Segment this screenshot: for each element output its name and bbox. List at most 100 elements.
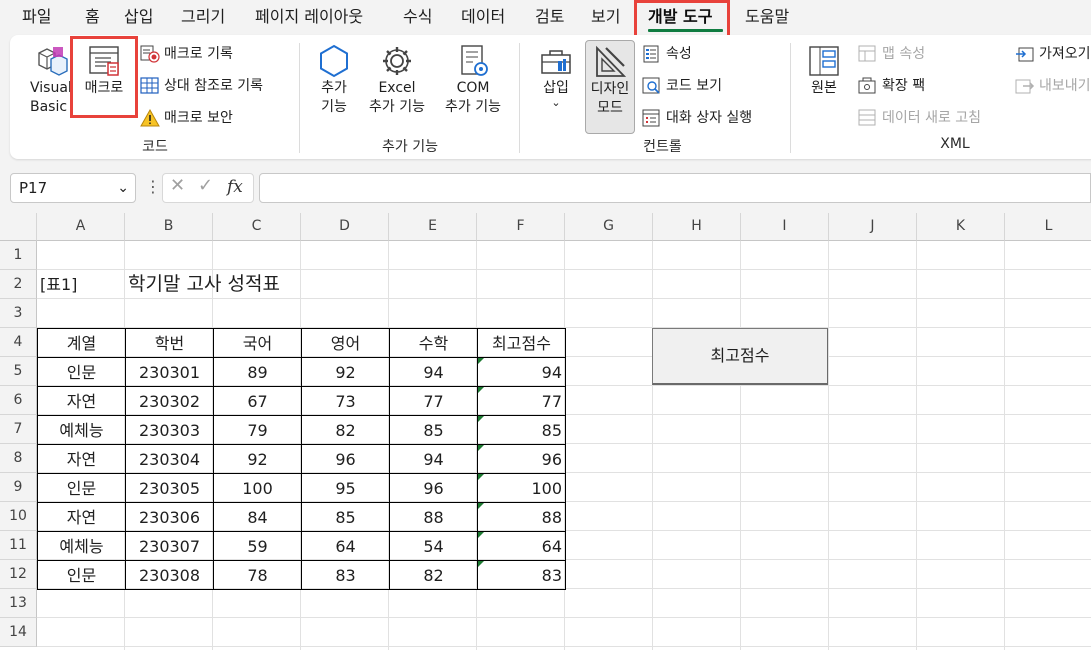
table-cell[interactable]: 92 — [301, 357, 390, 387]
table-cell[interactable]: 54 — [389, 531, 478, 561]
table-cell[interactable]: 96 — [477, 444, 566, 474]
relative-reference-button[interactable]: 상대 참조로 기록 — [140, 75, 300, 97]
table-cell[interactable]: 64 — [477, 531, 566, 561]
column-header[interactable]: A — [37, 213, 125, 241]
column-header[interactable]: D — [301, 213, 389, 241]
com-addins-button[interactable]: COM 추가 기능 — [438, 43, 508, 117]
table-cell[interactable]: 230307 — [125, 531, 214, 561]
column-header[interactable]: I — [741, 213, 829, 241]
table-cell[interactable]: 73 — [301, 386, 390, 416]
table-cell[interactable]: 자연 — [37, 444, 126, 474]
run-dialog-button[interactable]: 대화 상자 실행 — [642, 107, 792, 129]
table-cell[interactable]: 92 — [213, 444, 302, 474]
table-cell[interactable]: 82 — [389, 560, 478, 590]
tab-home[interactable]: 홈 — [85, 6, 100, 30]
excel-addins-button[interactable]: Excel 추가 기능 — [362, 43, 432, 117]
column-header[interactable]: L — [1005, 213, 1091, 241]
column-header[interactable]: B — [125, 213, 213, 241]
table-cell[interactable]: 인문 — [37, 357, 126, 387]
table-cell[interactable]: 64 — [301, 531, 390, 561]
row-header[interactable]: 4 — [0, 328, 37, 357]
tab-data[interactable]: 데이터 — [461, 6, 505, 30]
error-indicator-icon[interactable] — [478, 474, 484, 480]
expansion-packs-button[interactable]: 확장 팩 — [858, 75, 1018, 97]
table-label[interactable]: [표1] — [40, 270, 77, 299]
row-header[interactable]: 5 — [0, 357, 37, 386]
column-header[interactable]: H — [653, 213, 741, 241]
table-cell[interactable]: 83 — [477, 560, 566, 590]
table-header-cell[interactable]: 계열 — [37, 328, 126, 358]
table-cell[interactable]: 85 — [301, 502, 390, 532]
table-cell[interactable]: 95 — [301, 473, 390, 503]
table-cell[interactable]: 230301 — [125, 357, 214, 387]
tab-page-layout[interactable]: 페이지 레이아웃 — [255, 6, 363, 30]
table-cell[interactable]: 96 — [301, 444, 390, 474]
table-cell[interactable]: 85 — [477, 415, 566, 445]
table-cell[interactable]: 82 — [301, 415, 390, 445]
column-header[interactable]: C — [213, 213, 301, 241]
import-button[interactable]: 가져오기 — [1015, 43, 1091, 65]
table-cell[interactable]: 77 — [389, 386, 478, 416]
worksheet[interactable]: ABCDEFGHIJKL 1 2 3 4 5 6 7 8 9 10 11 12 13 14 [표1] 학기… — [0, 213, 1091, 650]
design-mode-button[interactable]: 디자인 모드 — [585, 40, 635, 134]
table-cell[interactable]: 230306 — [125, 502, 214, 532]
table-cell[interactable]: 85 — [389, 415, 478, 445]
row-header[interactable]: 14 — [0, 618, 37, 647]
error-indicator-icon[interactable] — [478, 445, 484, 451]
table-cell[interactable]: 77 — [477, 386, 566, 416]
tab-draw[interactable]: 그리기 — [181, 6, 225, 30]
record-macro-button[interactable]: 매크로 기록 — [140, 43, 300, 65]
macro-security-button[interactable]: 매크로 보안 — [140, 107, 300, 129]
column-header[interactable]: G — [565, 213, 653, 241]
error-indicator-icon[interactable] — [478, 532, 484, 538]
max-score-macro-button[interactable]: 최고점수 — [652, 328, 828, 385]
addins-button[interactable]: 추가 기능 — [310, 43, 358, 117]
table-cell[interactable]: 자연 — [37, 386, 126, 416]
table-cell[interactable]: 100 — [477, 473, 566, 503]
table-cell[interactable]: 79 — [213, 415, 302, 445]
table-cell[interactable]: 84 — [213, 502, 302, 532]
table-cell[interactable]: 67 — [213, 386, 302, 416]
table-cell[interactable]: 94 — [477, 357, 566, 387]
table-cell[interactable]: 100 — [213, 473, 302, 503]
table-cell[interactable]: 예체능 — [37, 415, 126, 445]
row-header[interactable]: 6 — [0, 386, 37, 415]
table-cell[interactable]: 인문 — [37, 560, 126, 590]
table-cell[interactable]: 94 — [389, 444, 478, 474]
row-header[interactable]: 10 — [0, 502, 37, 531]
row-header[interactable]: 13 — [0, 589, 37, 618]
sheet-title[interactable]: 학기말 고사 성적표 — [128, 270, 280, 299]
xml-source-button[interactable]: 원본 — [800, 43, 848, 98]
table-cell[interactable]: 230303 — [125, 415, 214, 445]
table-cell[interactable]: 88 — [477, 502, 566, 532]
tab-file[interactable]: 파일 — [22, 6, 51, 30]
visual-basic-button[interactable]: Visual Basic — [26, 43, 76, 117]
table-cell[interactable]: 78 — [213, 560, 302, 590]
formula-input[interactable] — [259, 173, 1091, 203]
row-header[interactable]: 9 — [0, 473, 37, 502]
insert-control-button[interactable]: 삽입 ⌄ — [534, 43, 578, 108]
table-header-cell[interactable]: 국어 — [213, 328, 302, 358]
enter-icon[interactable]: ✓ — [198, 175, 213, 196]
table-cell[interactable]: 59 — [213, 531, 302, 561]
cancel-icon[interactable]: ✕ — [170, 175, 185, 196]
tab-view[interactable]: 보기 — [591, 6, 620, 30]
error-indicator-icon[interactable] — [478, 561, 484, 567]
more-options-icon[interactable]: ⋮ — [145, 178, 161, 196]
row-header[interactable]: 8 — [0, 444, 37, 473]
column-header[interactable]: E — [389, 213, 477, 241]
error-indicator-icon[interactable] — [478, 503, 484, 509]
table-cell[interactable]: 230304 — [125, 444, 214, 474]
table-cell[interactable]: 230308 — [125, 560, 214, 590]
table-cell[interactable]: 89 — [213, 357, 302, 387]
row-header[interactable]: 11 — [0, 531, 37, 560]
chevron-down-icon[interactable]: ⌄ — [117, 174, 129, 202]
row-header[interactable]: 3 — [0, 299, 37, 328]
table-header-cell[interactable]: 학번 — [125, 328, 214, 358]
tab-formulas[interactable]: 수식 — [403, 6, 432, 30]
table-cell[interactable]: 96 — [389, 473, 478, 503]
table-cell[interactable]: 인문 — [37, 473, 126, 503]
error-indicator-icon[interactable] — [478, 416, 484, 422]
row-header[interactable]: 12 — [0, 560, 37, 589]
tab-insert[interactable]: 삽입 — [124, 6, 153, 30]
